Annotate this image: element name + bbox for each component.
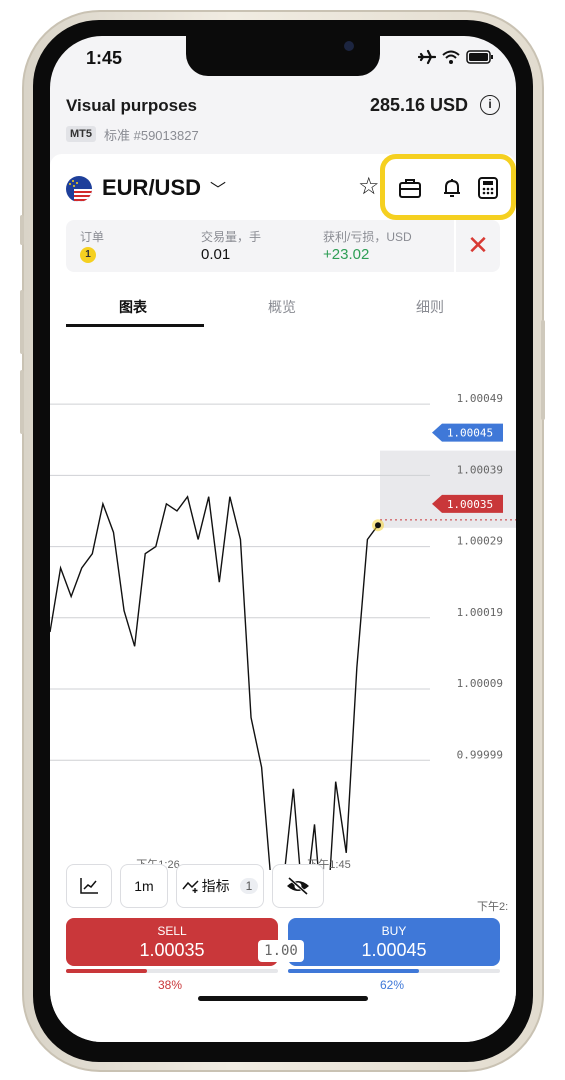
buy-button[interactable]: BUY 1.00045 xyxy=(288,918,500,966)
eu-us-flag-icon xyxy=(66,176,92,202)
volume-value: 0.01 xyxy=(201,246,231,263)
y-tick-label: 1.00049 xyxy=(457,392,503,405)
tab-details[interactable]: 细则 xyxy=(416,297,444,317)
orders-label: 订单 xyxy=(80,230,105,244)
wifi-icon xyxy=(442,50,460,64)
y-tick-label: 0.99999 xyxy=(457,748,503,761)
airplane-icon xyxy=(418,49,436,65)
chart-type-button[interactable] xyxy=(66,864,112,908)
orders-count-badge: 1 xyxy=(80,247,96,263)
sell-sentiment-bar xyxy=(66,969,278,973)
sell-price-marker-label: 1.00035 xyxy=(447,498,493,511)
x-axis-label-right: 下午2: xyxy=(477,901,509,913)
home-indicator xyxy=(198,996,368,1001)
screen: 1:45 Visual purposes 285.16 USD i MT5 标准… xyxy=(50,36,516,1042)
indicators-count: 1 xyxy=(239,878,259,894)
side-button-volume-up xyxy=(20,290,24,354)
y-tick-label: 1.00029 xyxy=(457,535,503,548)
timeframe-button[interactable]: 1m xyxy=(120,864,168,908)
battery-icon xyxy=(466,50,493,64)
camera xyxy=(344,41,354,51)
tab-overview[interactable]: 概览 xyxy=(268,297,296,317)
spread-value: 1.00 xyxy=(258,940,304,962)
side-button-power xyxy=(541,320,545,420)
account-header[interactable]: Visual purposes 285.16 USD i MT5 标准 #590… xyxy=(50,80,516,156)
chevron-down-icon[interactable]: ﹀ xyxy=(210,176,226,200)
volume-label: 交易量，手 xyxy=(201,230,262,244)
buy-percent: 62% xyxy=(380,978,405,992)
y-tick-label: 1.00009 xyxy=(457,677,503,690)
sell-price: 1.00035 xyxy=(139,940,205,960)
account-name: Visual purposes xyxy=(66,96,198,115)
close-order-icon[interactable]: ✕ xyxy=(454,220,500,272)
buy-price-marker-label: 1.00045 xyxy=(447,427,493,440)
pnl-value: +23.02 xyxy=(323,246,370,263)
price-chart[interactable]: 1.00049 1.00039 1.00029 1.00019 1.00009 0.999… xyxy=(50,340,516,870)
briefcase-icon[interactable] xyxy=(398,176,422,200)
last-price-point xyxy=(375,522,381,529)
side-button-mute xyxy=(20,215,24,245)
sell-label: SELL xyxy=(157,924,187,938)
star-icon[interactable]: ☆ xyxy=(358,172,380,201)
sell-button[interactable]: SELL 1.00035 xyxy=(66,918,278,966)
sell-percent: 38% xyxy=(158,978,183,992)
sell-sentiment-fill xyxy=(66,969,147,973)
status-icons xyxy=(418,49,494,65)
chart-toolbar: 1m 指标 1 xyxy=(66,864,324,908)
buy-label: BUY xyxy=(381,924,407,938)
buy-price: 1.00045 xyxy=(361,940,427,960)
price-band xyxy=(380,450,516,528)
account-id: 标准 #59013827 xyxy=(104,128,199,143)
instrument-panel: EUR/USD ﹀ ☆ 订单 1 交易量，手 0.01 获利/亏损，USD +2… xyxy=(50,154,516,1042)
eye-off-icon xyxy=(287,877,309,895)
side-button-volume-down xyxy=(20,370,24,434)
buy-sentiment-bar xyxy=(288,969,500,973)
calculator-icon[interactable] xyxy=(476,176,500,200)
symbol-row: EUR/USD ﹀ ☆ xyxy=(50,154,516,220)
line-chart-icon xyxy=(80,878,98,894)
active-tab-indicator xyxy=(66,324,204,327)
status-time: 1:45 xyxy=(86,48,123,68)
symbol-name[interactable]: EUR/USD xyxy=(102,175,201,201)
indicators-label: 指标 xyxy=(201,878,230,894)
y-tick-label: 1.00039 xyxy=(457,463,503,476)
bell-icon[interactable] xyxy=(440,176,464,200)
visibility-toggle-button[interactable] xyxy=(272,864,324,908)
info-icon[interactable]: i xyxy=(480,95,500,115)
open-order-card[interactable]: 订单 1 交易量，手 0.01 获利/亏损，USD +23.02 ✕ xyxy=(66,220,500,272)
y-tick-label: 1.00019 xyxy=(457,606,503,619)
notch xyxy=(186,36,380,76)
tab-chart[interactable]: 图表 xyxy=(119,297,147,317)
price-line xyxy=(50,495,379,870)
tab-bar: 图表 概览 细则 xyxy=(50,284,516,328)
indicators-icon xyxy=(182,880,199,893)
platform-badge: MT5 xyxy=(66,126,96,142)
buy-sentiment-fill xyxy=(288,969,420,973)
account-balance: 285.16 USD xyxy=(369,95,468,115)
pnl-label: 获利/亏损，USD xyxy=(323,230,412,244)
indicators-button[interactable]: 指标 1 xyxy=(176,864,264,908)
